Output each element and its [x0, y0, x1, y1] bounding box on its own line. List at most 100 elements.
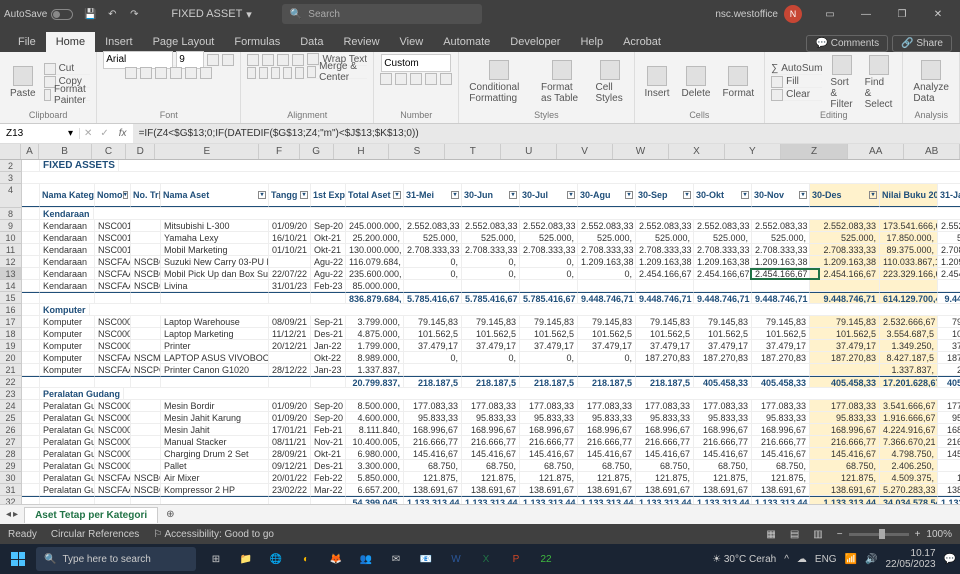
cell[interactable]: 25.200.000,: [346, 232, 404, 243]
cell[interactable]: [404, 364, 462, 375]
cell[interactable]: [22, 316, 40, 327]
cell[interactable]: NSC0002: [95, 412, 131, 423]
col-A[interactable]: A: [21, 144, 38, 159]
cell[interactable]: 177.083,33: [810, 400, 880, 411]
cell[interactable]: 9.448.746,71: [578, 292, 636, 303]
cell[interactable]: 9.448.746,71: [694, 292, 752, 303]
filter-icon[interactable]: ▾: [451, 191, 459, 199]
view-pagelayout-icon[interactable]: ▤: [790, 529, 799, 540]
app-badge-icon[interactable]: 22: [532, 545, 560, 573]
cell[interactable]: [131, 460, 161, 471]
cell[interactable]: Peralatan Gudang: [40, 436, 95, 447]
cell[interactable]: 37.479,17: [462, 340, 520, 351]
cell[interactable]: Kendaraan: [40, 220, 95, 231]
cell[interactable]: [131, 244, 161, 255]
tab-data[interactable]: Data: [290, 32, 333, 52]
cell[interactable]: 37.479,17: [752, 340, 810, 351]
row-2[interactable]: 2: [0, 160, 22, 172]
ribbon-options-icon[interactable]: ▭: [812, 0, 848, 28]
word-icon[interactable]: W: [442, 545, 470, 573]
cell[interactable]: 173.541.666,67: [880, 220, 938, 231]
cell[interactable]: Agu-22: [311, 268, 346, 279]
row-26[interactable]: 26: [0, 424, 22, 436]
cell[interactable]: 2.552.083,33: [578, 220, 636, 231]
cell[interactable]: Komputer: [40, 316, 95, 327]
cell[interactable]: 5.785.416,67: [404, 292, 462, 303]
tab-automate[interactable]: Automate: [433, 32, 500, 52]
cell[interactable]: 525.000,: [938, 232, 960, 243]
cell[interactable]: 145.416,67: [520, 448, 578, 459]
cell[interactable]: 17.850.000,: [880, 232, 938, 243]
cell[interactable]: 0,: [578, 352, 636, 363]
cell[interactable]: NSCFAA: [95, 484, 131, 495]
cell[interactable]: 1.133.313,44: [810, 496, 880, 504]
cell[interactable]: 216.666,77: [694, 436, 752, 447]
cell[interactable]: [311, 496, 346, 504]
cell[interactable]: [131, 448, 161, 459]
col-AB[interactable]: AB: [904, 144, 960, 159]
cell[interactable]: Pallet: [161, 460, 269, 471]
cell[interactable]: 121.875,: [752, 472, 810, 483]
align-middle-icon[interactable]: [262, 54, 274, 66]
cell[interactable]: 6.657.200,: [346, 484, 404, 495]
cell[interactable]: 7.366.670,21: [880, 436, 938, 447]
cell[interactable]: 525.000,: [636, 232, 694, 243]
cell[interactable]: [311, 376, 346, 387]
cell[interactable]: 138.691,67: [462, 484, 520, 495]
cell[interactable]: [22, 220, 40, 231]
cell[interactable]: 0,: [520, 256, 578, 267]
cell[interactable]: Mesin Jahit: [161, 424, 269, 435]
format-painter-button[interactable]: Format Painter: [44, 89, 91, 101]
cell[interactable]: 1.133.313,44: [520, 496, 578, 504]
weather-widget[interactable]: ☀ 30°C Cerah: [712, 554, 776, 565]
cell[interactable]: Nov-21: [311, 436, 346, 447]
cell[interactable]: 2.552.083,33: [636, 220, 694, 231]
cell[interactable]: 235.600.000,: [346, 268, 404, 279]
cell[interactable]: [22, 328, 40, 339]
cell[interactable]: [161, 496, 269, 504]
cell[interactable]: 9.448.746,71: [752, 292, 810, 303]
cell[interactable]: 95.833,33: [520, 412, 578, 423]
cell[interactable]: Kendaraan: [40, 280, 95, 291]
row-3[interactable]: 3: [0, 172, 22, 184]
cancel-formula-icon[interactable]: ✕: [80, 128, 96, 139]
cell[interactable]: 216.666,77: [752, 436, 810, 447]
cell[interactable]: 28/12/22: [269, 364, 311, 375]
cell[interactable]: 1.916.666,67: [880, 412, 938, 423]
cell[interactable]: 17/01/21: [269, 424, 311, 435]
wifi-icon[interactable]: 📶: [845, 554, 857, 565]
hdr-tangg[interactable]: Tangg▾: [269, 184, 311, 207]
cell[interactable]: 5.785.416,67: [520, 292, 578, 303]
cell[interactable]: [269, 352, 311, 363]
hdr-nilai[interactable]: Nilai Buku 2022▾: [880, 184, 938, 207]
cell[interactable]: NSCFAA: [95, 256, 131, 267]
percent-icon[interactable]: [395, 73, 407, 85]
cell[interactable]: Feb-22: [311, 472, 346, 483]
cell[interactable]: 187.270,83: [938, 352, 960, 363]
cell[interactable]: 31/01/23: [269, 280, 311, 291]
volume-icon[interactable]: 🔊: [865, 554, 877, 565]
cell[interactable]: Kompressor 2 HP: [161, 484, 269, 495]
cell[interactable]: 79.145,83: [752, 316, 810, 327]
cell[interactable]: [520, 364, 578, 375]
cell[interactable]: 3.541.666,67: [880, 400, 938, 411]
cell[interactable]: 138.691,67: [404, 484, 462, 495]
border-icon[interactable]: [170, 67, 182, 79]
cell[interactable]: 0,: [462, 352, 520, 363]
cell[interactable]: 1.799.000,: [346, 340, 404, 351]
cell[interactable]: 1.133.313,44: [938, 496, 960, 504]
tab-review[interactable]: Review: [333, 32, 389, 52]
cell[interactable]: [22, 472, 40, 483]
firefox-icon[interactable]: 🦊: [322, 545, 350, 573]
cell[interactable]: Peralatan Gudang: [40, 400, 95, 411]
hdr-okt[interactable]: 30-Okt▾: [694, 184, 752, 207]
cell[interactable]: [880, 280, 938, 291]
save-icon[interactable]: 💾: [83, 7, 97, 21]
col-X[interactable]: X: [669, 144, 725, 159]
row-22[interactable]: 22: [0, 376, 22, 388]
autosave-toggle[interactable]: [51, 9, 73, 20]
cell[interactable]: [752, 280, 810, 291]
cell[interactable]: 145.416,67: [938, 448, 960, 459]
cell[interactable]: 1.209.163,38: [694, 256, 752, 267]
cell[interactable]: 20/12/21: [269, 340, 311, 351]
